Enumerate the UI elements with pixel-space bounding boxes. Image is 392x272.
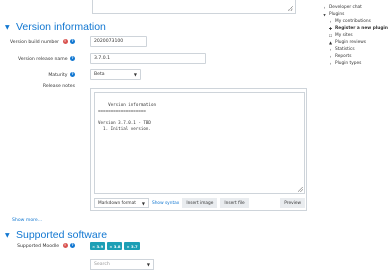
supported-moodle-label: Supported Moodle xyxy=(17,244,60,249)
sidebar-item-my-sites[interactable]: ☐ My sites xyxy=(328,33,353,38)
editor-toolbar: Markdown format ▼ Show syntax Insert ima… xyxy=(94,197,305,209)
help-icon[interactable]: ? xyxy=(70,55,75,61)
version-information-header[interactable]: ▼ Version information xyxy=(5,21,106,33)
required-icon: ! xyxy=(62,243,68,248)
show-syntax-link[interactable]: Show syntax xyxy=(152,201,179,206)
supported-software-header[interactable]: ▼ Supported software xyxy=(5,229,107,241)
resize-handle-icon[interactable] xyxy=(288,6,293,11)
insert-file-button[interactable]: Insert file xyxy=(220,198,249,208)
chevron-right-icon: › xyxy=(329,19,332,24)
chevron-right-icon: › xyxy=(323,5,326,10)
sidebar-item-plugins[interactable]: ▼ Plugins xyxy=(322,12,344,17)
maturity-row: Maturity ? Beta ▼ xyxy=(0,69,141,80)
sidebar-item-statistics[interactable]: › Statistics xyxy=(328,47,355,52)
chevron-right-icon: › xyxy=(329,47,332,52)
release-name-row: Version release name ? 3.7.0.1 xyxy=(0,53,206,64)
release-name-input[interactable]: 3.7.0.1 xyxy=(90,53,206,64)
help-icon[interactable]: ? xyxy=(70,71,75,77)
section-title: Supported software xyxy=(16,229,108,241)
moodle-search-select[interactable]: Search ▼ xyxy=(90,259,154,270)
resize-handle-icon[interactable] xyxy=(298,187,303,192)
build-number-label: Version build number xyxy=(10,39,60,45)
build-number-input[interactable]: 2020073100 xyxy=(90,36,147,47)
preview-button[interactable]: Preview xyxy=(280,198,305,208)
release-notes-label: Release notes xyxy=(42,84,75,89)
chevron-right-icon: › xyxy=(329,54,332,59)
section-title: Version information xyxy=(16,21,106,33)
plus-icon: ✚ xyxy=(328,26,333,31)
previous-textarea[interactable] xyxy=(92,0,296,14)
release-notes-textarea[interactable]: Version information =================== … xyxy=(94,92,305,194)
moodle-chip-3-7[interactable]: × 3.7 xyxy=(124,242,140,250)
chevron-right-icon: › xyxy=(329,61,332,66)
show-more-link[interactable]: Show more... xyxy=(12,218,42,223)
chevron-down-icon: ▼ xyxy=(323,12,326,17)
help-icon[interactable]: ? xyxy=(70,243,75,248)
moodle-version-chips: × 3.9 × 3.8 × 3.7 xyxy=(90,242,142,250)
thumbs-up-icon: ▲ xyxy=(328,40,333,45)
sidebar-item-my-contributions[interactable]: › My contributions xyxy=(328,19,371,24)
help-icon[interactable]: ? xyxy=(70,38,75,44)
sidebar-item-developer-chat[interactable]: › Developer chat xyxy=(322,5,362,10)
build-number-row: Version build number ! ? 2020073100 xyxy=(0,36,147,47)
dropdown-caret-icon: ▼ xyxy=(141,200,145,206)
sidebar-item-register-new-plugin[interactable]: ✚ Register a new plugin xyxy=(328,26,388,31)
release-name-label: Version release name xyxy=(17,56,68,62)
supported-moodle-row: Supported Moodle ! ? × 3.9 × 3.8 × 3.7 xyxy=(0,242,142,250)
chevron-down-icon: ▼ xyxy=(5,23,10,31)
moodle-chip-3-8[interactable]: × 3.8 xyxy=(107,242,123,250)
edit-icon: ☐ xyxy=(328,33,333,38)
format-select[interactable]: Markdown format ▼ xyxy=(94,198,149,208)
insert-image-button[interactable]: Insert image xyxy=(182,198,218,208)
release-notes-row: Release notes xyxy=(0,84,78,89)
maturity-select[interactable]: Beta ▼ xyxy=(90,69,141,80)
required-icon: ! xyxy=(62,38,68,44)
sidebar-item-plugin-reviews[interactable]: ▲ Plugin reviews xyxy=(328,40,366,45)
moodle-chip-3-9[interactable]: × 3.9 xyxy=(90,242,106,250)
release-notes-editor: Version information =================== … xyxy=(90,88,307,211)
sidebar-item-plugin-types[interactable]: › Plugin types xyxy=(328,61,362,66)
maturity-label: Maturity xyxy=(48,72,68,78)
dropdown-caret-icon: ▼ xyxy=(146,262,150,267)
sidebar-item-reports[interactable]: › Reports xyxy=(328,54,352,59)
dropdown-caret-icon: ▼ xyxy=(133,72,137,77)
chevron-down-icon: ▼ xyxy=(5,231,10,239)
